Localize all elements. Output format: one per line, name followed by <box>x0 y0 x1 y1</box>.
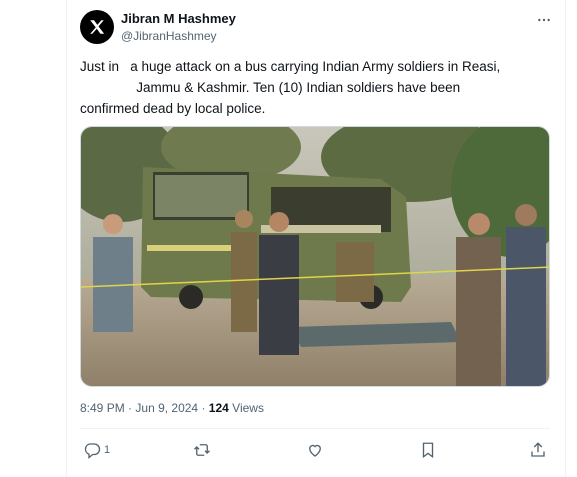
x-logo-icon <box>90 20 105 34</box>
meta-separator: · <box>128 401 133 415</box>
share-button[interactable] <box>529 441 547 459</box>
divider <box>80 428 550 429</box>
reply-icon <box>84 443 101 459</box>
tweet-time[interactable]: 8:49 PM <box>80 401 125 415</box>
bookmark-icon <box>422 442 434 459</box>
tweet-date[interactable]: Jun 9, 2024 <box>135 401 198 415</box>
retweet-button[interactable] <box>193 441 211 459</box>
bookmark-button[interactable] <box>419 441 437 459</box>
more-icon <box>538 18 550 22</box>
action-bar: 1 <box>80 436 550 466</box>
reply-count: 1 <box>104 444 111 456</box>
tweet-meta: 8:49 PM · Jun 9, 2024 · 124 Views <box>80 401 264 415</box>
meta-separator: · <box>201 401 206 415</box>
avatar[interactable] <box>80 10 114 44</box>
views-count: 124 <box>208 401 229 415</box>
like-button[interactable] <box>306 441 324 459</box>
share-icon <box>531 442 545 457</box>
tweet-text-line: Just in a huge attack on a bus carrying … <box>80 59 501 74</box>
more-button[interactable] <box>534 10 554 30</box>
photo-scene <box>81 127 549 386</box>
like-icon <box>309 444 321 457</box>
tweet-text: Just in a huge attack on a bus carrying … <box>80 56 550 119</box>
tweet-text-line: confirmed dead by local police. <box>80 101 266 116</box>
author-name[interactable]: Jibran M Hashmey <box>121 11 236 26</box>
views-label: Views <box>232 401 264 415</box>
reply-button[interactable]: 1 <box>83 441 110 459</box>
tweet-photo[interactable] <box>80 126 550 387</box>
tweet-text-line: Jammu & Kashmir. Ten (10) Indian soldier… <box>80 80 461 95</box>
author-handle[interactable]: @JibranHashmey <box>121 29 217 43</box>
retweet-icon <box>194 444 210 456</box>
